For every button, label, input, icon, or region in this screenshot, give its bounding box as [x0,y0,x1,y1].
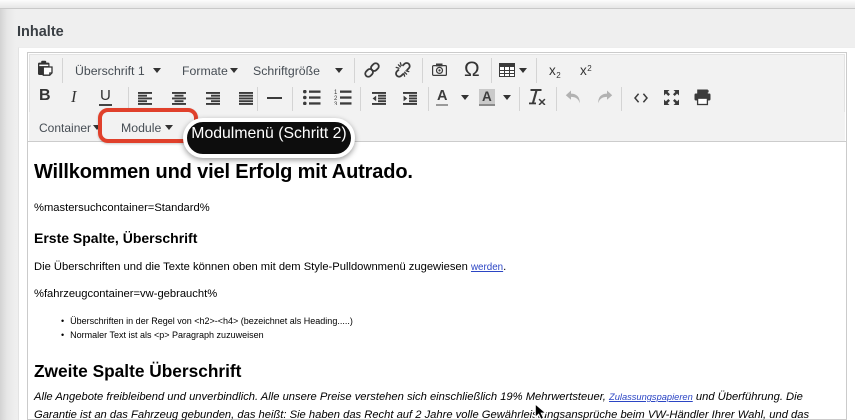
svg-text:3: 3 [334,102,338,105]
